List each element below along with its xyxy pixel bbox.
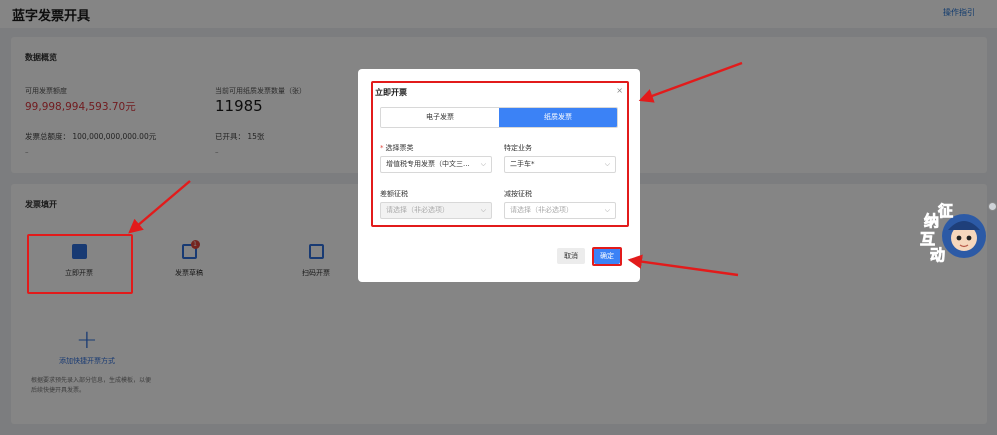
mascot-char: 纳 <box>924 212 939 230</box>
annotation-arrows <box>128 61 743 277</box>
arrow-to-modal-form <box>638 61 743 103</box>
side-toggle-handle[interactable] <box>988 202 997 211</box>
arrow-to-confirm <box>627 254 739 277</box>
mascot-icon[interactable]: 征 纳 互 动 <box>918 196 990 266</box>
mascot-char: 动 <box>930 246 945 264</box>
arrow-to-instant-invoice <box>128 180 191 234</box>
mascot-char: 征 <box>938 202 953 220</box>
